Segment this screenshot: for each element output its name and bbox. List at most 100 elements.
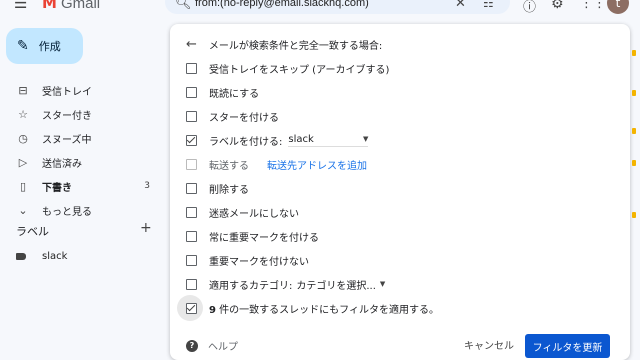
option-label: ラベルを付ける: <box>209 136 283 148</box>
sidebar-item-label: スター付き <box>42 110 92 122</box>
checkbox-checked[interactable] <box>186 302 197 314</box>
sidebar-nav: ⊟ 受信トレイ ☆ スター付き ◷ スヌーズ中 ▷ 送信済み ▯ 下書き 3 ⌄… <box>0 78 165 222</box>
help-icon[interactable]: ⓘ <box>523 0 536 15</box>
option-never-important[interactable]: 重要マークを付けない <box>186 249 309 271</box>
checkbox-checked[interactable] <box>186 134 197 146</box>
inbox-icon: ⊟ <box>18 83 28 97</box>
back-arrow-icon[interactable]: ← <box>186 37 197 52</box>
sidebar-item-label: もっと見る <box>42 206 92 218</box>
option-mark-read[interactable]: 既読にする <box>186 81 259 103</box>
sidebar-item-label: スヌーズ中 <box>42 134 92 146</box>
option-delete[interactable]: 削除する <box>186 177 249 199</box>
checkbox[interactable] <box>186 278 197 290</box>
option-label: 削除する <box>209 184 249 196</box>
label-tag-icon <box>16 252 26 260</box>
option-apply-label[interactable]: ラベルを付ける: slack ▼ <box>186 129 369 151</box>
option-label: 9 件の一致するスレッドにもフィルタを適用する。 <box>209 301 439 316</box>
search-bar[interactable]: 🔍︎ from:(no-reply@email.slackhq.com) ✕ ☷ <box>165 0 510 14</box>
compose-label: 作成 <box>38 40 61 53</box>
draft-icon: ▯ <box>19 179 27 193</box>
compose-button[interactable]: ✎ 作成 <box>6 28 83 64</box>
option-skip-inbox[interactable]: 受信トレイをスキップ (アーカイブする) <box>186 57 389 79</box>
question-icon: ? <box>186 339 198 352</box>
yellow-mark-icon <box>632 90 636 96</box>
gmail-m-icon: M <box>42 0 57 12</box>
send-icon: ▷ <box>18 155 28 169</box>
sidebar-item-label: 送信済み <box>42 158 82 170</box>
drafts-count: 3 <box>144 181 150 191</box>
sidebar-item-more[interactable]: ⌄ もっと見る <box>0 198 165 222</box>
top-bar: ☰ M Gmail 🔍︎ from:(no-reply@email.slackh… <box>0 0 640 15</box>
clock-icon: ◷ <box>18 131 28 145</box>
close-icon[interactable]: ✕ <box>455 0 466 11</box>
checkbox-disabled <box>186 158 197 170</box>
sidebar-item-starred[interactable]: ☆ スター付き <box>0 102 165 126</box>
option-label: 重要マークを付けない <box>209 256 309 268</box>
menu-icon[interactable]: ☰ <box>14 0 27 12</box>
sidebar-item-inbox[interactable]: ⊟ 受信トレイ <box>0 78 165 102</box>
checkbox[interactable] <box>186 110 197 122</box>
option-never-spam[interactable]: 迷惑メールにしない <box>186 201 299 223</box>
yellow-mark-icon <box>632 50 636 56</box>
dropdown-caret-icon: ▼ <box>362 135 369 143</box>
match-count: 9 <box>209 304 216 316</box>
help-link[interactable]: ? ヘルプ <box>186 338 238 353</box>
option-label: 適用するカテゴリ: <box>209 280 293 292</box>
search-icon[interactable]: 🔍︎ <box>175 0 192 11</box>
option-always-important[interactable]: 常に重要マークを付ける <box>186 225 319 247</box>
dropdown-caret-icon: ▼ <box>379 280 386 288</box>
yellow-mark-icon <box>632 212 636 218</box>
checkbox[interactable] <box>186 230 197 242</box>
gmail-logo[interactable]: M Gmail <box>42 0 100 12</box>
apps-grid-icon[interactable]: ⋮⋮ <box>580 0 606 11</box>
filter-panel: ← メールが検索条件と完全一致する場合: 受信トレイをスキップ (アーカイブする… <box>170 24 630 360</box>
sidebar-item-sent[interactable]: ▷ 送信済み <box>0 150 165 174</box>
chevron-down-icon: ⌄ <box>18 203 28 217</box>
search-options-icon[interactable]: ☷ <box>483 0 494 10</box>
checkbox[interactable] <box>186 182 197 194</box>
right-side-strip <box>630 24 640 360</box>
option-label: 常に重要マークを付ける <box>209 232 319 244</box>
checkbox[interactable] <box>186 254 197 266</box>
checkbox[interactable] <box>186 62 197 74</box>
add-forward-address-link[interactable]: 転送先アドレスを追加 <box>267 157 367 172</box>
filter-panel-header: ← メールが検索条件と完全一致する場合: <box>186 34 382 54</box>
category-select-value: カテゴリを選択... <box>296 280 376 292</box>
checkbox-wrapper[interactable] <box>177 294 203 321</box>
filter-panel-title: メールが検索条件と完全一致する場合: <box>208 40 383 52</box>
option-label: 受信トレイをスキップ (アーカイブする) <box>209 64 390 76</box>
sidebar-item-label: 下書き <box>42 182 72 194</box>
star-icon: ☆ <box>18 107 28 121</box>
sidebar-item-snoozed[interactable]: ◷ スヌーズ中 <box>0 126 165 150</box>
option-label: 転送する <box>209 160 249 172</box>
labels-heading: ラベル <box>16 225 49 238</box>
cancel-button[interactable]: キャンセル <box>454 332 524 356</box>
category-select[interactable]: カテゴリを選択... ▼ <box>296 277 385 292</box>
gmail-logo-text: Gmail <box>60 0 101 12</box>
option-label: 既読にする <box>209 88 260 100</box>
search-input[interactable]: from:(no-reply@email.slackhq.com) <box>195 0 369 9</box>
label-select[interactable]: slack ▼ <box>288 133 369 147</box>
option-apply-existing[interactable]: 9 件の一致するスレッドにもフィルタを適用する。 <box>177 294 439 321</box>
checkbox[interactable] <box>186 206 197 218</box>
help-label: ヘルプ <box>208 342 238 353</box>
option-label-rest: 件の一致するスレッドにもフィルタを適用する。 <box>215 304 439 316</box>
update-filter-button[interactable]: フィルタを更新 <box>525 334 610 358</box>
gear-icon[interactable]: ⚙ <box>551 0 564 12</box>
option-category[interactable]: 適用するカテゴリ: カテゴリを選択... ▼ <box>186 273 385 295</box>
checkbox[interactable] <box>186 86 197 98</box>
label-select-value: slack <box>288 133 314 145</box>
sidebar-item-drafts[interactable]: ▯ 下書き 3 <box>0 174 165 198</box>
yellow-mark-icon <box>632 160 636 166</box>
label-name: slack <box>42 250 68 262</box>
pencil-icon: ✎ <box>17 38 29 54</box>
option-label: 迷惑メールにしない <box>209 208 299 220</box>
sidebar-item-label: 受信トレイ <box>42 86 92 98</box>
label-item-slack[interactable]: slack <box>16 247 67 265</box>
avatar[interactable]: t <box>607 0 629 14</box>
option-label: スターを付ける <box>209 112 279 124</box>
add-label-icon[interactable]: + <box>140 220 152 236</box>
option-forward: 転送する 転送先アドレスを追加 <box>186 153 367 175</box>
option-star[interactable]: スターを付ける <box>186 105 279 127</box>
yellow-mark-icon <box>632 128 636 134</box>
